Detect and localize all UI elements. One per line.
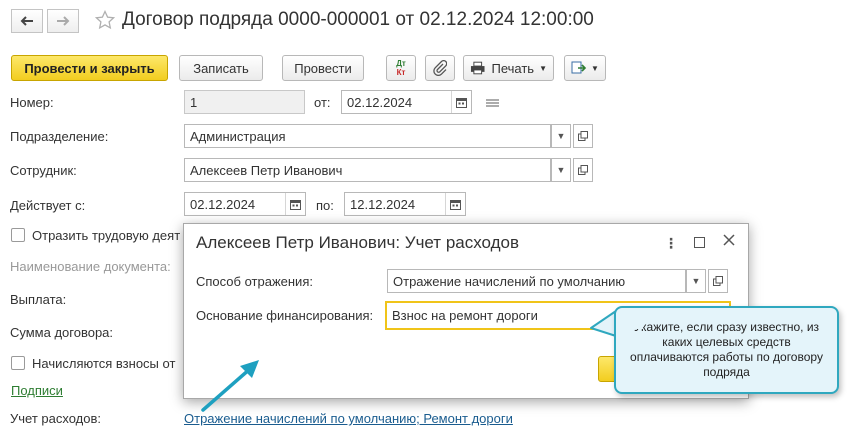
document-name-label: Наименование документа: [10, 259, 171, 274]
favorite-star-icon[interactable] [94, 9, 116, 33]
save-button[interactable]: Записать [179, 55, 263, 81]
back-button[interactable] [11, 9, 43, 33]
dt-label: Дт [396, 59, 406, 68]
create-based-on-button[interactable]: ▼ [564, 55, 606, 81]
chevron-down-icon: ▼ [591, 63, 599, 73]
reflection-method-dropdown-button[interactable]: ▼ [686, 269, 706, 293]
financing-basis-label: Основание финансирования: [196, 308, 374, 323]
chevron-down-icon: ▼ [556, 131, 566, 141]
calendar-icon [450, 199, 461, 210]
open-icon [713, 276, 723, 286]
tooltip-text: Укажите, если сразу известно, из каких ц… [630, 320, 823, 379]
labor-activity-checkbox[interactable] [11, 228, 25, 242]
chevron-down-icon: ▼ [539, 63, 547, 73]
open-icon [578, 165, 588, 175]
calendar-icon [290, 199, 301, 210]
valid-to-value: 12.12.2024 [350, 196, 416, 212]
printer-icon [470, 61, 485, 75]
hint-arrow [201, 360, 259, 412]
paperclip-icon [433, 60, 447, 76]
employee-label: Сотрудник: [10, 163, 77, 178]
reflection-method-label: Способ отражения: [196, 274, 313, 289]
forward-button[interactable] [47, 9, 79, 33]
arrow-right-icon [57, 16, 70, 26]
contract-sum-label: Сумма договора: [10, 325, 114, 340]
reflection-method-open-button[interactable] [708, 269, 728, 293]
signatures-link[interactable]: Подписи [11, 383, 63, 398]
chevron-down-icon: ▼ [556, 165, 566, 175]
dt-kt-button[interactable]: Дт Кт [386, 55, 416, 81]
chevron-down-icon: ▼ [691, 276, 701, 286]
post-and-close-button[interactable]: Провести и закрыть [11, 55, 168, 81]
valid-from-field[interactable]: 02.12.2024 [184, 192, 306, 216]
valid-to-label: по: [316, 198, 334, 213]
dialog-title: Алексеев Петр Иванович: Учет расходов [196, 233, 520, 252]
more-menu-icon[interactable]: ⋮ [664, 236, 678, 250]
date-value: 02.12.2024 [347, 94, 413, 110]
labor-activity-label: Отразить трудовую деят [32, 228, 181, 243]
tooltip: Укажите, если сразу известно, из каких ц… [614, 306, 839, 394]
reflection-method-field[interactable]: Отражение начислений по умолчанию [387, 269, 686, 293]
date-field[interactable]: 02.12.2024 [341, 90, 472, 114]
contributions-checkbox[interactable] [11, 356, 25, 370]
print-label: Печать [491, 60, 535, 76]
expense-accounting-label: Учет расходов: [10, 411, 101, 426]
calendar-button[interactable] [445, 193, 465, 215]
kt-label: Кт [396, 68, 406, 77]
close-icon[interactable] [722, 233, 736, 250]
department-field[interactable]: Администрация [184, 124, 551, 148]
tooltip-pointer-joint [629, 313, 643, 329]
print-button[interactable]: Печать ▼ [463, 55, 554, 81]
payment-label: Выплата: [10, 292, 67, 307]
department-open-button[interactable] [573, 124, 593, 148]
calendar-icon [456, 97, 467, 108]
number-label: Номер: [10, 95, 54, 110]
valid-to-field[interactable]: 12.12.2024 [344, 192, 466, 216]
department-dropdown-button[interactable]: ▼ [551, 124, 571, 148]
date-from-label: от: [314, 95, 331, 110]
comment-icon[interactable] [486, 97, 499, 112]
calendar-button[interactable] [285, 193, 305, 215]
employee-field[interactable]: Алексеев Петр Иванович [184, 158, 551, 182]
department-label: Подразделение: [10, 129, 109, 144]
valid-from-value: 02.12.2024 [190, 196, 256, 212]
employee-open-button[interactable] [573, 158, 593, 182]
arrow-left-icon [20, 16, 33, 26]
post-button[interactable]: Провести [282, 55, 364, 81]
page-title: Договор подряда 0000-000001 от 02.12.202… [122, 9, 594, 30]
open-icon [578, 131, 588, 141]
attach-button[interactable] [425, 55, 455, 81]
maximize-icon[interactable] [694, 237, 705, 248]
create-based-on-icon [571, 61, 587, 74]
valid-from-label: Действует с: [10, 198, 86, 213]
number-field[interactable]: 1 [184, 90, 305, 114]
contributions-label: Начисляются взносы от [32, 356, 176, 371]
calendar-button[interactable] [451, 91, 471, 113]
employee-dropdown-button[interactable]: ▼ [551, 158, 571, 182]
